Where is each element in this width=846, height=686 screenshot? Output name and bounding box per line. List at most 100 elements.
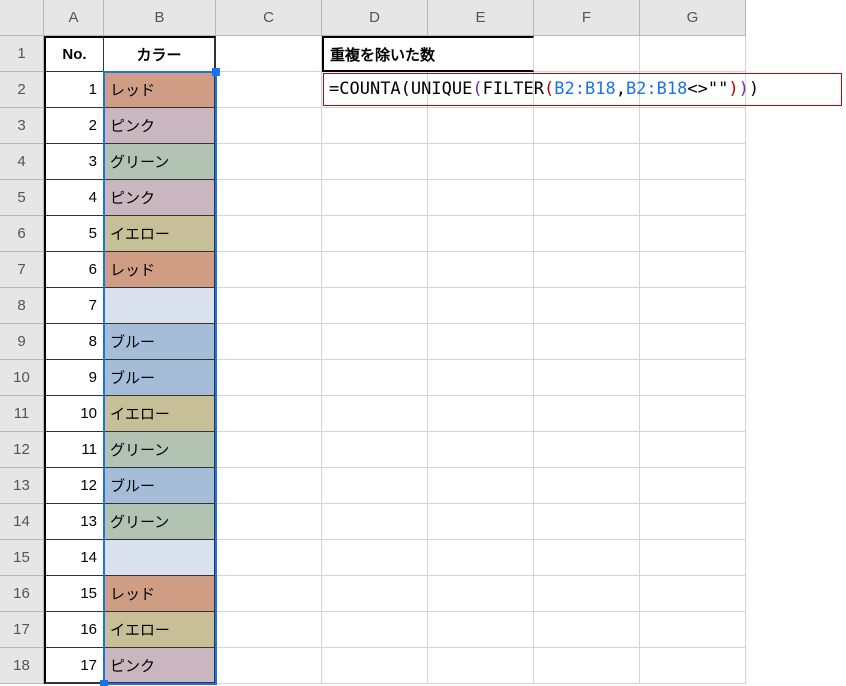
row-header-2[interactable]: 2 bbox=[0, 72, 44, 108]
cell-D10[interactable] bbox=[322, 360, 428, 396]
col-header-B[interactable]: B bbox=[104, 0, 216, 36]
cell-A15[interactable]: 14 bbox=[44, 540, 104, 576]
row-header-17[interactable]: 17 bbox=[0, 612, 44, 648]
cell-D8[interactable] bbox=[322, 288, 428, 324]
cell-C9[interactable] bbox=[216, 324, 322, 360]
cell-C5[interactable] bbox=[216, 180, 322, 216]
cell-D12[interactable] bbox=[322, 432, 428, 468]
cell-B10[interactable]: ブルー bbox=[104, 360, 216, 396]
cell-E3[interactable] bbox=[428, 108, 534, 144]
row-header-7[interactable]: 7 bbox=[0, 252, 44, 288]
cell-A1[interactable]: No. bbox=[44, 36, 104, 72]
cell-B5[interactable]: ピンク bbox=[104, 180, 216, 216]
formula-cell-D2[interactable]: = COUNTA ( UNIQUE ( FILTER ( B2:B18 , B2… bbox=[325, 72, 759, 106]
cell-C4[interactable] bbox=[216, 144, 322, 180]
cell-G5[interactable] bbox=[640, 180, 746, 216]
cell-G17[interactable] bbox=[640, 612, 746, 648]
cell-D13[interactable] bbox=[322, 468, 428, 504]
cell-G4[interactable] bbox=[640, 144, 746, 180]
cell-A3[interactable]: 2 bbox=[44, 108, 104, 144]
row-header-8[interactable]: 8 bbox=[0, 288, 44, 324]
cell-C18[interactable] bbox=[216, 648, 322, 684]
cell-C12[interactable] bbox=[216, 432, 322, 468]
row-header-6[interactable]: 6 bbox=[0, 216, 44, 252]
cell-B8[interactable] bbox=[104, 288, 216, 324]
cell-F16[interactable] bbox=[534, 576, 640, 612]
cell-E12[interactable] bbox=[428, 432, 534, 468]
cell-A13[interactable]: 12 bbox=[44, 468, 104, 504]
cell-D5[interactable] bbox=[322, 180, 428, 216]
cell-G13[interactable] bbox=[640, 468, 746, 504]
cell-G6[interactable] bbox=[640, 216, 746, 252]
cell-A8[interactable]: 7 bbox=[44, 288, 104, 324]
spreadsheet[interactable]: A B C D E F G 1 No. カラー 重複を除いた数 2 1 レッド … bbox=[0, 0, 846, 686]
cell-B18[interactable]: ピンク bbox=[104, 648, 216, 684]
cell-A10[interactable]: 9 bbox=[44, 360, 104, 396]
cell-G15[interactable] bbox=[640, 540, 746, 576]
row-header-13[interactable]: 13 bbox=[0, 468, 44, 504]
row-header-5[interactable]: 5 bbox=[0, 180, 44, 216]
cell-G12[interactable] bbox=[640, 432, 746, 468]
row-header-9[interactable]: 9 bbox=[0, 324, 44, 360]
cell-A9[interactable]: 8 bbox=[44, 324, 104, 360]
cell-B11[interactable]: イエロー bbox=[104, 396, 216, 432]
cell-G18[interactable] bbox=[640, 648, 746, 684]
cell-D14[interactable] bbox=[322, 504, 428, 540]
cell-G11[interactable] bbox=[640, 396, 746, 432]
row-header-1[interactable]: 1 bbox=[0, 36, 44, 72]
cell-G14[interactable] bbox=[640, 504, 746, 540]
cell-G8[interactable] bbox=[640, 288, 746, 324]
cell-A7[interactable]: 6 bbox=[44, 252, 104, 288]
col-header-D[interactable]: D bbox=[322, 0, 428, 36]
cell-C11[interactable] bbox=[216, 396, 322, 432]
cell-E15[interactable] bbox=[428, 540, 534, 576]
cell-D3[interactable] bbox=[322, 108, 428, 144]
cell-F15[interactable] bbox=[534, 540, 640, 576]
cell-C2[interactable] bbox=[216, 72, 322, 108]
cell-E18[interactable] bbox=[428, 648, 534, 684]
cell-B12[interactable]: グリーン bbox=[104, 432, 216, 468]
corner-cell[interactable] bbox=[0, 0, 44, 36]
cell-D18[interactable] bbox=[322, 648, 428, 684]
cell-A16[interactable]: 15 bbox=[44, 576, 104, 612]
cell-F14[interactable] bbox=[534, 504, 640, 540]
cell-A4[interactable]: 3 bbox=[44, 144, 104, 180]
cell-C17[interactable] bbox=[216, 612, 322, 648]
cell-G7[interactable] bbox=[640, 252, 746, 288]
cell-C1[interactable] bbox=[216, 36, 322, 72]
cell-F8[interactable] bbox=[534, 288, 640, 324]
cell-A12[interactable]: 11 bbox=[44, 432, 104, 468]
col-header-A[interactable]: A bbox=[44, 0, 104, 36]
cell-E17[interactable] bbox=[428, 612, 534, 648]
cell-B3[interactable]: ピンク bbox=[104, 108, 216, 144]
cell-E11[interactable] bbox=[428, 396, 534, 432]
cell-C16[interactable] bbox=[216, 576, 322, 612]
cell-A11[interactable]: 10 bbox=[44, 396, 104, 432]
col-header-C[interactable]: C bbox=[216, 0, 322, 36]
cell-E14[interactable] bbox=[428, 504, 534, 540]
cell-E8[interactable] bbox=[428, 288, 534, 324]
cell-C8[interactable] bbox=[216, 288, 322, 324]
cell-E6[interactable] bbox=[428, 216, 534, 252]
cell-E16[interactable] bbox=[428, 576, 534, 612]
cell-F17[interactable] bbox=[534, 612, 640, 648]
cell-D6[interactable] bbox=[322, 216, 428, 252]
cell-C15[interactable] bbox=[216, 540, 322, 576]
cell-B16[interactable]: レッド bbox=[104, 576, 216, 612]
cell-C10[interactable] bbox=[216, 360, 322, 396]
cell-G3[interactable] bbox=[640, 108, 746, 144]
cell-E9[interactable] bbox=[428, 324, 534, 360]
cell-F11[interactable] bbox=[534, 396, 640, 432]
cell-D7[interactable] bbox=[322, 252, 428, 288]
cell-B4[interactable]: グリーン bbox=[104, 144, 216, 180]
cell-E4[interactable] bbox=[428, 144, 534, 180]
cell-F18[interactable] bbox=[534, 648, 640, 684]
row-header-18[interactable]: 18 bbox=[0, 648, 44, 684]
col-header-E[interactable]: E bbox=[428, 0, 534, 36]
cell-G9[interactable] bbox=[640, 324, 746, 360]
row-header-11[interactable]: 11 bbox=[0, 396, 44, 432]
row-header-4[interactable]: 4 bbox=[0, 144, 44, 180]
cell-A17[interactable]: 16 bbox=[44, 612, 104, 648]
row-header-14[interactable]: 14 bbox=[0, 504, 44, 540]
row-header-12[interactable]: 12 bbox=[0, 432, 44, 468]
